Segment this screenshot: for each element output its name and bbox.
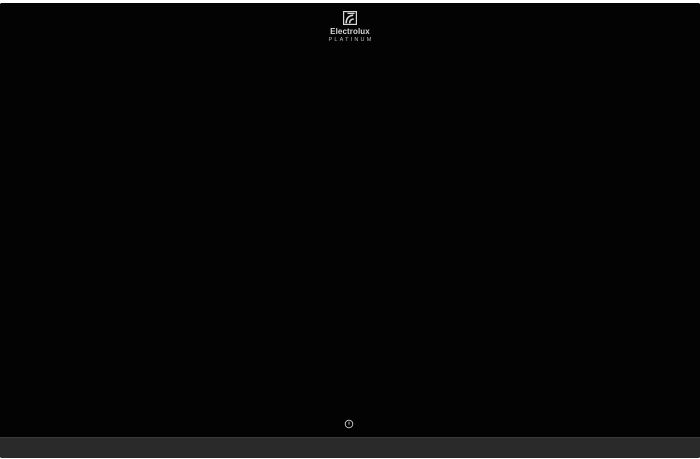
induction-cooktop: Electrolux PLATINUM — [0, 3, 700, 458]
brand-name: Electrolux — [330, 27, 370, 36]
power-icon[interactable] — [344, 419, 354, 429]
electrolux-logo-icon — [343, 11, 357, 25]
brand-product-line: PLATINUM — [328, 37, 374, 43]
glass-surface: Electrolux PLATINUM — [0, 3, 700, 437]
cooktop-front-frame — [0, 437, 700, 458]
brand-block: Electrolux PLATINUM — [0, 11, 700, 44]
